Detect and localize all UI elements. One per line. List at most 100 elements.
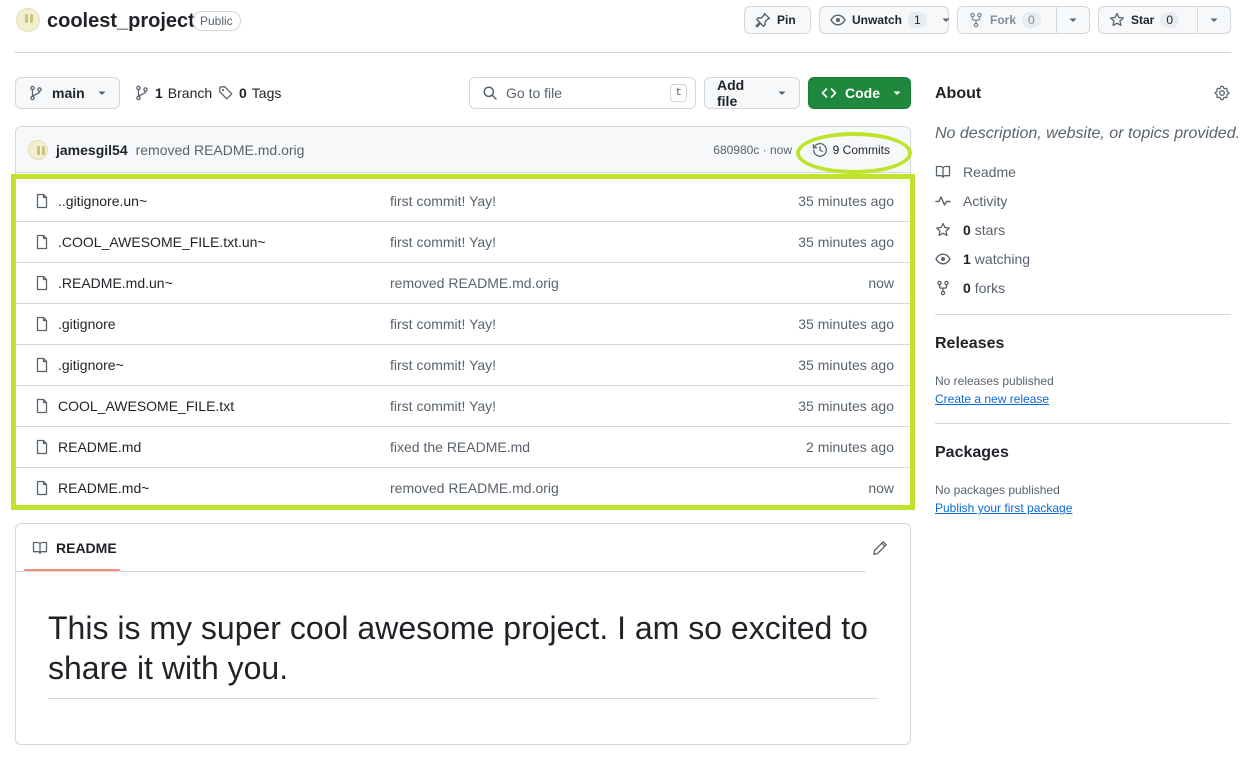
file-name[interactable]: .gitignore: [58, 316, 116, 332]
stars-link[interactable]: 0 stars: [935, 222, 1005, 238]
sidebar-divider: [935, 423, 1231, 424]
stars-label: stars: [974, 222, 1006, 238]
book-icon: [32, 540, 48, 556]
file-name[interactable]: .README.md.un~: [58, 275, 173, 291]
forks-link[interactable]: 0 forks: [935, 280, 1005, 296]
file-row[interactable]: COOL_AWESOME_FILE.txt first commit! Yay!…: [16, 385, 910, 426]
activity-link[interactable]: Activity: [935, 193, 1007, 209]
publish-package-link[interactable]: Publish your first package: [935, 501, 1072, 515]
file-row[interactable]: ..gitignore.un~ first commit! Yay! 35 mi…: [16, 180, 910, 221]
commit-sha[interactable]: 680980c · now: [713, 143, 792, 157]
file-commit-message[interactable]: first commit! Yay!: [390, 316, 496, 332]
create-release-link[interactable]: Create a new release: [935, 392, 1049, 406]
readme-link[interactable]: Readme: [935, 164, 1016, 180]
releases-title[interactable]: Releases: [935, 335, 1004, 353]
file-row[interactable]: .gitignore first commit! Yay! 35 minutes…: [16, 303, 910, 344]
add-file-label: Add file: [717, 77, 745, 109]
search-placeholder: Go to file: [506, 85, 563, 101]
activity-label: Activity: [963, 193, 1008, 209]
releases-empty: No releases published: [935, 374, 1054, 388]
edit-icon[interactable]: [872, 540, 888, 556]
caret-down-icon: [1209, 15, 1219, 25]
fork-dropdown[interactable]: [1057, 7, 1089, 33]
file-row[interactable]: .gitignore~ first commit! Yay! 35 minute…: [16, 344, 910, 385]
file-name[interactable]: COOL_AWESOME_FILE.txt: [58, 398, 234, 414]
caret-down-icon: [892, 88, 902, 98]
file-row[interactable]: README.md fixed the README.md 2 minutes …: [16, 426, 910, 467]
pin-icon: [755, 12, 771, 28]
fork-count: 0: [1022, 12, 1041, 28]
stars-count: 0: [963, 222, 971, 238]
file-name[interactable]: .COOL_AWESOME_FILE.txt.un~: [58, 234, 266, 250]
star-button[interactable]: Star 0: [1098, 6, 1231, 34]
gear-icon[interactable]: [1214, 85, 1230, 101]
latest-commit-bar: jamesgil54 removed README.md.orig 680980…: [16, 127, 910, 173]
go-to-file-input[interactable]: Go to file t: [469, 77, 696, 109]
file-commit-message[interactable]: first commit! Yay!: [390, 357, 496, 373]
file-commit-message[interactable]: first commit! Yay!: [390, 398, 496, 414]
file-row[interactable]: .README.md.un~ removed README.md.orig no…: [16, 262, 910, 303]
packages-title[interactable]: Packages: [935, 444, 1009, 462]
unwatch-button[interactable]: Unwatch 1: [819, 6, 950, 34]
star-label: Star: [1131, 13, 1155, 27]
star-count: 0: [1160, 12, 1180, 28]
file-name[interactable]: README.md: [58, 439, 141, 455]
book-icon: [935, 164, 951, 180]
owner-avatar[interactable]: [16, 8, 40, 32]
tags-label: Tags: [251, 85, 282, 101]
eye-icon: [830, 12, 846, 28]
tags-link[interactable]: 0 Tags: [218, 85, 281, 101]
file-age: 2 minutes ago: [806, 439, 894, 455]
code-button[interactable]: Code: [808, 77, 911, 109]
star-icon: [1109, 12, 1125, 28]
forks-label: forks: [974, 280, 1006, 296]
file-commit-message[interactable]: removed README.md.orig: [390, 480, 559, 496]
file-icon: [34, 439, 50, 455]
readme-heading: This is my super cool awesome project. I…: [48, 608, 878, 699]
branch-name: main: [52, 85, 85, 101]
file-commit-message[interactable]: first commit! Yay!: [390, 193, 496, 209]
tags-count: 0: [239, 85, 247, 101]
file-row[interactable]: .COOL_AWESOME_FILE.txt.un~ first commit!…: [16, 221, 910, 262]
file-commit-message[interactable]: fixed the README.md: [390, 439, 530, 455]
file-name[interactable]: README.md~: [58, 480, 149, 496]
code-label: Code: [845, 85, 880, 101]
search-icon: [482, 85, 498, 101]
branches-label: Branch: [167, 85, 213, 101]
commit-author[interactable]: jamesgil54: [56, 142, 128, 158]
branch-selector[interactable]: main: [15, 77, 120, 109]
caret-down-icon: [97, 88, 107, 98]
file-row[interactable]: README.md~ removed README.md.orig now: [16, 467, 910, 507]
branches-link[interactable]: 1 Branch: [134, 85, 212, 101]
watching-label: watching: [974, 251, 1031, 267]
tag-icon: [218, 85, 234, 101]
commit-message[interactable]: removed README.md.orig: [136, 142, 305, 158]
readme-tab[interactable]: README: [32, 540, 117, 556]
file-name[interactable]: ..gitignore.un~: [58, 193, 147, 209]
code-icon: [821, 85, 837, 101]
file-icon: [34, 193, 50, 209]
file-commit-message[interactable]: first commit! Yay!: [390, 234, 496, 250]
add-file-button[interactable]: Add file: [704, 77, 800, 109]
file-icon: [34, 357, 50, 373]
eye-icon: [935, 251, 951, 267]
fork-button[interactable]: Fork 0: [957, 6, 1090, 34]
commits-link[interactable]: 9 Commits: [812, 142, 890, 158]
repo-name[interactable]: coolest_project: [47, 10, 195, 33]
watching-count: 1: [963, 251, 971, 267]
author-avatar[interactable]: [28, 139, 48, 160]
readme-tab-label: README: [56, 540, 117, 556]
header-divider: [14, 52, 1231, 53]
watching-link[interactable]: 1 watching: [935, 251, 1030, 267]
caret-down-icon: [941, 15, 951, 25]
fork-label: Fork: [990, 13, 1017, 27]
packages-empty: No packages published: [935, 483, 1060, 497]
file-age: 35 minutes ago: [798, 316, 894, 332]
file-commit-message[interactable]: removed README.md.orig: [390, 275, 559, 291]
pin-button[interactable]: Pin: [744, 6, 811, 34]
watch-dropdown[interactable]: [933, 7, 959, 33]
star-dropdown[interactable]: [1198, 7, 1230, 33]
search-shortcut: t: [670, 84, 687, 102]
star-icon: [935, 222, 951, 238]
file-name[interactable]: .gitignore~: [58, 357, 124, 373]
